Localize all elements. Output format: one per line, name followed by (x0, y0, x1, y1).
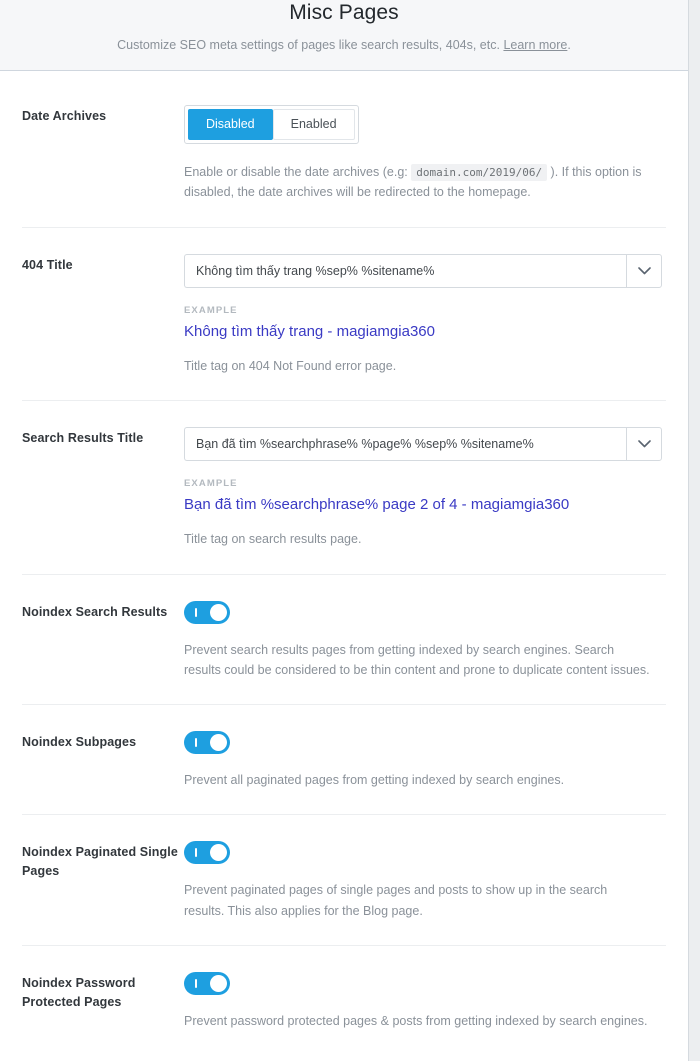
learn-more-link[interactable]: Learn more (503, 38, 567, 52)
help-date-archives: Enable or disable the date archives (e.g… (184, 162, 650, 203)
404-title-example-text: Không tìm thấy trang - magiamgia360 (184, 322, 435, 340)
settings-body: Date Archives Disabled Enabled Enable or… (0, 71, 688, 1061)
toggle-bar-icon (195, 848, 197, 858)
404-title-dropdown-button[interactable] (626, 253, 662, 288)
row-noindex-paginated-single-pages: Noindex Paginated Single Pages Prevent p… (22, 815, 666, 946)
404-title-example-label: EXAMPLE (184, 304, 238, 316)
toggle-knob (210, 974, 227, 992)
field-search-results-title: EXAMPLE Bạn đã tìm %searchphrase% page 2… (184, 427, 666, 550)
page-description-suffix: . (567, 38, 571, 52)
toggle-knob (210, 844, 227, 862)
label-noindex-search-results: Noindex Search Results (22, 604, 168, 619)
field-noindex-search-results: Prevent search results pages from gettin… (184, 600, 666, 681)
chevron-down-icon (637, 266, 651, 275)
field-noindex-password-protected-pages: Prevent password protected pages & posts… (184, 971, 666, 1031)
help-date-archives-part1: Enable or disable the date archives (e.g… (184, 165, 412, 180)
row-404-title: 404 Title EXAMPLE Không tìm thấy trang -… (22, 228, 666, 402)
toggle-knob (210, 734, 227, 752)
settings-panel: Misc Pages Customize SEO meta settings o… (0, 0, 689, 1061)
toggle-noindex-search-results[interactable] (184, 600, 230, 624)
page-description: Customize SEO meta settings of pages lik… (18, 36, 670, 54)
label-noindex-password-protected-pages: Noindex Password Protected Pages (22, 975, 136, 1009)
search-results-title-example-label: EXAMPLE (184, 478, 238, 490)
date-archives-enabled-button[interactable]: Enabled (272, 109, 355, 141)
search-results-title-select[interactable] (184, 427, 662, 462)
toggle-bar-icon (195, 607, 197, 617)
label-search-results-title: Search Results Title (22, 431, 144, 446)
page-header: Misc Pages Customize SEO meta settings o… (0, 0, 688, 72)
field-404-title: EXAMPLE Không tìm thấy trang - magiamgia… (184, 253, 666, 377)
toggle-bar-icon (195, 978, 197, 988)
page-title: Misc Pages (289, 1, 399, 24)
help-noindex-password-protected-pages: Prevent password protected pages & posts… (184, 1013, 648, 1028)
help-noindex-paginated-single-pages: Prevent paginated pages of single pages … (184, 883, 608, 918)
chevron-down-icon (637, 440, 651, 448)
search-results-title-input[interactable] (184, 427, 626, 462)
row-search-results-title: Search Results Title EXAMPLE Bạn đã tìm … (22, 401, 666, 575)
help-noindex-subpages: Prevent all paginated pages from getting… (184, 773, 565, 788)
help-date-archives-code: domain.com/2019/06/ (411, 164, 548, 182)
page-description-text: Customize SEO meta settings of pages lik… (117, 38, 504, 52)
label-404-title: 404 Title (22, 257, 73, 272)
row-noindex-password-protected-pages: Noindex Password Protected Pages Prevent… (22, 946, 666, 1061)
field-noindex-subpages: Prevent all paginated pages from getting… (184, 731, 666, 790)
help-404-title: Title tag on 404 Not Found error page. (184, 358, 397, 373)
search-results-title-dropdown-button[interactable] (626, 427, 662, 462)
misc-pages-screen: Misc Pages Customize SEO meta settings o… (0, 0, 700, 1061)
toggle-noindex-subpages[interactable] (184, 731, 230, 755)
search-results-title-example-text: Bạn đã tìm %searchphrase% page 2 of 4 - … (184, 496, 570, 514)
toggle-bar-icon (195, 738, 197, 748)
help-noindex-search-results: Prevent search results pages from gettin… (184, 642, 650, 677)
date-archives-segmented-control[interactable]: Disabled Enabled (184, 105, 359, 145)
row-noindex-search-results: Noindex Search Results Prevent search re… (22, 575, 666, 706)
row-date-archives: Date Archives Disabled Enabled Enable or… (22, 71, 666, 228)
label-noindex-subpages: Noindex Subpages (22, 735, 137, 750)
label-noindex-paginated-single-pages: Noindex Paginated Single Pages (22, 845, 178, 879)
404-title-select[interactable] (184, 253, 662, 288)
404-title-input[interactable] (184, 253, 626, 288)
help-search-results-title: Title tag on search results page. (184, 532, 362, 547)
toggle-noindex-paginated-single-pages[interactable] (184, 841, 230, 865)
field-noindex-paginated-single-pages: Prevent paginated pages of single pages … (184, 841, 666, 921)
row-noindex-subpages: Noindex Subpages Prevent all paginated p… (22, 705, 666, 816)
date-archives-disabled-button[interactable]: Disabled (188, 109, 273, 141)
field-date-archives: Disabled Enabled Enable or disable the d… (184, 105, 666, 203)
toggle-knob (210, 603, 227, 621)
label-date-archives: Date Archives (22, 109, 107, 124)
toggle-noindex-password-protected-pages[interactable] (184, 971, 230, 995)
